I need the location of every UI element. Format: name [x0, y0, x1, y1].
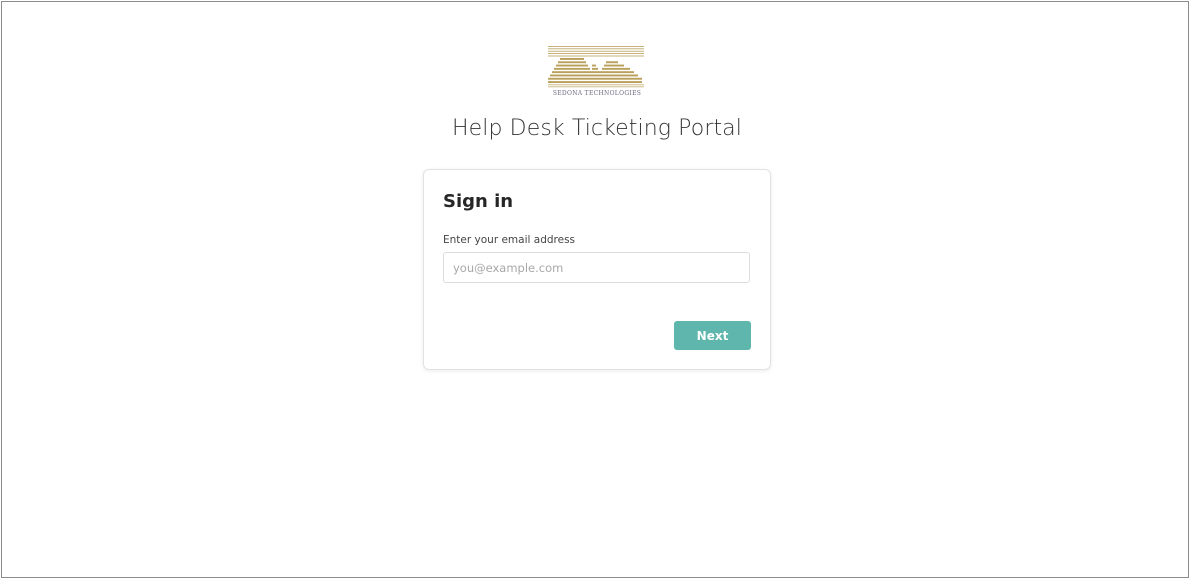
logo-caption: SEDONA TECHNOLOGIES [552, 90, 642, 97]
email-label: Enter your email address [443, 234, 576, 246]
portal-title: Help Desk Ticketing Portal [452, 116, 742, 141]
email-input[interactable] [443, 252, 750, 283]
signin-card: Sign in Enter your email address Next [423, 169, 771, 370]
signin-title: Sign in [443, 191, 514, 212]
company-logo: SEDONA TECHNOLOGIES [546, 44, 648, 100]
page-frame: SEDONA TECHNOLOGIES Help Desk Ticketing … [1, 1, 1189, 578]
sedona-logo-icon [548, 46, 644, 88]
next-button[interactable]: Next [674, 321, 751, 350]
